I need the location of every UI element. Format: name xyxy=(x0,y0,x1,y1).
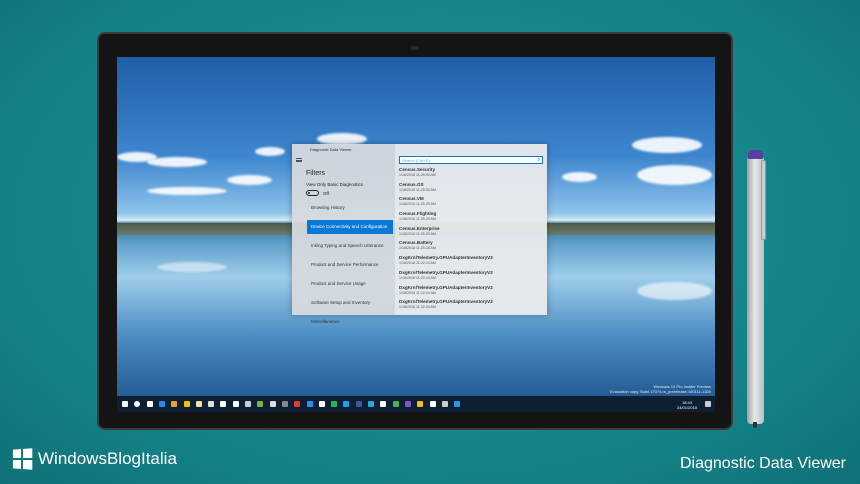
taskbar-app-icon[interactable] xyxy=(429,401,436,407)
taskbar-app-icon[interactable] xyxy=(245,401,251,407)
taskbar-app-icon[interactable] xyxy=(208,401,215,407)
event-time: 1/18/2018 11:25:29 AM xyxy=(399,231,436,236)
event-time: 1/18/2018 11:25:28 AM xyxy=(399,246,436,251)
taskbar-app-icon[interactable] xyxy=(294,401,301,407)
watermark-line: Evaluation copy. Build 17074.rs_prerelea… xyxy=(610,389,711,394)
event-list-item[interactable]: DxgKrnlTelemetry.GPUAdapterInventoryV2 1/… xyxy=(399,255,543,270)
search-input[interactable]: Search (Ctrl+E) ⌕ xyxy=(399,156,543,164)
start-icon[interactable] xyxy=(122,401,128,407)
taskbar-app-icon[interactable] xyxy=(257,401,264,407)
windows-watermark: Windows 10 Pro Insider Preview Evaluatio… xyxy=(610,384,711,394)
task-view-icon[interactable] xyxy=(146,401,153,407)
cloud xyxy=(562,172,597,182)
taskbar-app-icon[interactable] xyxy=(195,401,202,407)
category-item[interactable]: Device Connectivity and Configuration xyxy=(307,220,393,234)
toggle-state: Off xyxy=(323,191,329,196)
event-list-item[interactable]: DxgKrnlTelemetry.GPUAdapterInventoryV2 1/… xyxy=(399,299,543,314)
event-time: 1/18/2018 11:22:24 AM xyxy=(399,290,436,295)
cloud xyxy=(637,165,712,185)
event-time: 1/18/2018 11:22:24 AM xyxy=(399,305,436,310)
event-time: 1/18/2018 11:22:24 AM xyxy=(399,261,436,266)
taskbar-app-icon[interactable] xyxy=(454,401,461,407)
filters-heading: Filters xyxy=(306,170,326,177)
category-item[interactable]: Miscellaneous xyxy=(307,315,393,329)
event-list-item[interactable]: Census.VM 1/18/2018 11:25:29 AM xyxy=(399,196,543,211)
diagnostic-data-viewer-window: Diagnostic Data Viewer Filters View Only… xyxy=(292,144,547,324)
surface-pen xyxy=(745,150,767,428)
filters-pane: Diagnostic Data Viewer Filters View Only… xyxy=(292,144,395,324)
event-list-item[interactable]: Census.Battery 1/18/2018 11:25:28 AM xyxy=(399,240,543,255)
event-list-item[interactable]: Census.Flighting 1/18/2018 11:25:29 AM xyxy=(399,211,543,226)
taskbar-app-icon[interactable] xyxy=(404,401,411,407)
notification-center-icon[interactable] xyxy=(705,401,711,407)
taskbar-app-icon[interactable] xyxy=(343,401,350,407)
cloud xyxy=(147,187,227,195)
caption: Diagnostic Data Viewer xyxy=(679,455,846,472)
hamburger-menu-icon[interactable] xyxy=(296,158,302,162)
taskbar-app-icon[interactable] xyxy=(220,401,227,407)
taskbar-app-icon[interactable] xyxy=(269,401,276,407)
windows-logo-icon xyxy=(12,448,33,470)
clock-date: 24/01/2018 xyxy=(676,405,697,410)
brand-logo: WindowsBlogItalia xyxy=(12,448,177,470)
taskbar-app-icon[interactable] xyxy=(392,401,399,407)
cloud xyxy=(227,175,272,185)
cloud xyxy=(632,137,702,153)
category-item[interactable]: Inking Typing and Speech Utterance xyxy=(307,239,393,253)
taskbar-app-icon[interactable] xyxy=(306,401,313,407)
search-placeholder: Search (Ctrl+E) xyxy=(402,158,430,163)
cortana-icon[interactable] xyxy=(134,401,141,407)
taskbar-app-icon[interactable] xyxy=(380,401,387,407)
taskbar-app-icon[interactable] xyxy=(318,401,325,407)
event-list-item[interactable]: Census.Enterprise 1/18/2018 11:25:29 AM xyxy=(399,226,543,241)
taskbar-app-icon[interactable] xyxy=(417,401,424,407)
taskbar-app-icon[interactable] xyxy=(281,401,288,407)
taskbar-app-icon[interactable] xyxy=(183,401,190,407)
taskbar-app-icon[interactable] xyxy=(232,401,239,407)
event-time: 1/18/2018 11:25:30 AM xyxy=(399,187,436,192)
category-item[interactable]: Browsing History xyxy=(307,201,393,215)
event-list-item[interactable]: DxgKrnlTelemetry.GPUAdapterInventoryV2 1/… xyxy=(399,285,543,300)
taskbar-app-icon[interactable] xyxy=(355,401,362,407)
brand-name: WindowsBlogItalia xyxy=(38,449,177,468)
cloud xyxy=(147,157,207,167)
category-item[interactable]: Software Setup and Inventory xyxy=(307,296,393,310)
taskbar-app-icon[interactable] xyxy=(171,401,178,407)
camera xyxy=(411,46,419,50)
basic-diagnostics-label: View Only Basic Diagnostics xyxy=(306,182,363,187)
event-list-item[interactable]: Census.OS 1/18/2018 11:25:30 AM xyxy=(399,182,543,197)
taskbar-app-icon[interactable] xyxy=(158,401,165,407)
event-list-item[interactable]: DxgKrnlTelemetry.GPUAdapterInventoryV2 1/… xyxy=(399,270,543,285)
event-time: 1/18/2018 11:25:29 AM xyxy=(399,217,436,222)
cloud-reflection xyxy=(637,282,712,300)
event-time: 1/18/2018 11:22:24 AM xyxy=(399,275,436,280)
taskbar: 18:43 24/01/2018 xyxy=(117,396,715,412)
taskbar-clock[interactable]: 18:43 24/01/2018 xyxy=(677,400,697,410)
taskbar-app-icon[interactable] xyxy=(441,401,448,407)
taskbar-app-icon[interactable] xyxy=(331,401,338,407)
event-time: 1/18/2018 11:25:29 AM xyxy=(399,202,436,207)
taskbar-app-icon[interactable] xyxy=(368,401,374,407)
event-list-item[interactable]: Census.Security 1/18/2018 11:25:30 AM xyxy=(399,167,543,182)
window-title: Diagnostic Data Viewer xyxy=(310,147,352,152)
search-icon[interactable]: ⌕ xyxy=(537,157,540,163)
cloud-reflection xyxy=(157,262,227,272)
category-item[interactable]: Product and Service Performance xyxy=(307,258,393,272)
category-item[interactable]: Product and Service Usage xyxy=(307,277,393,291)
event-time: 1/18/2018 11:25:30 AM xyxy=(399,173,436,177)
basic-diagnostics-toggle[interactable] xyxy=(306,190,319,196)
cloud xyxy=(255,147,285,156)
events-pane: Search (Ctrl+E) ⌕ Census.Security 1/18/20… xyxy=(395,144,547,315)
